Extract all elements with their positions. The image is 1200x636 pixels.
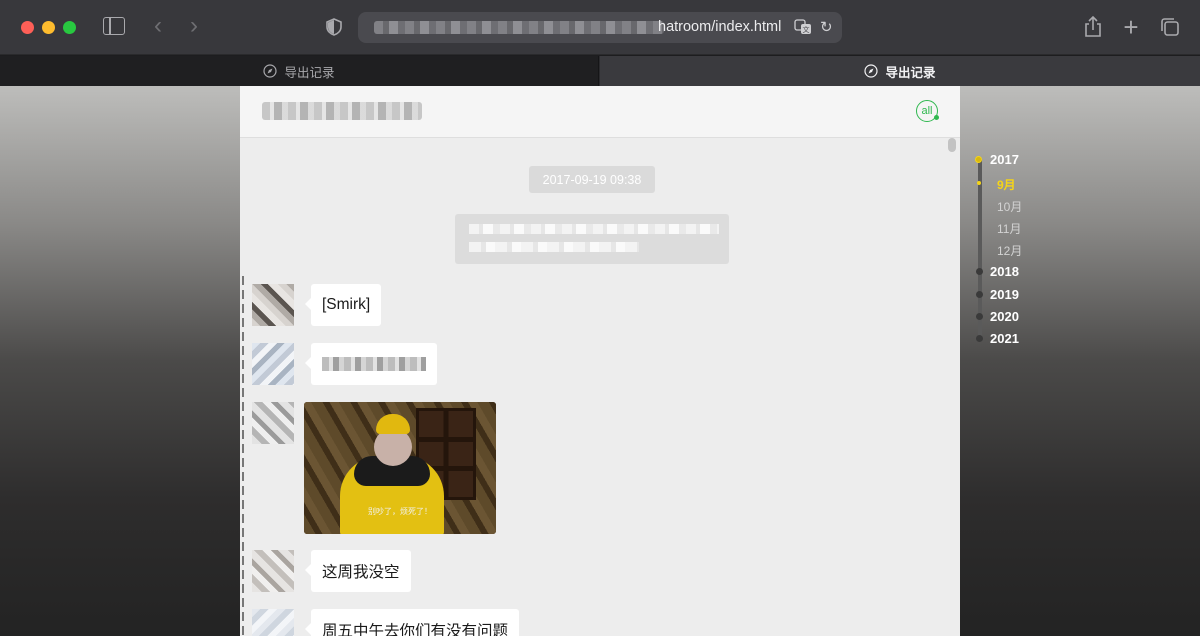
date-timeline: 2017 9月 10月 11月 12月 2018 2019 2020 2021 xyxy=(960,86,1200,636)
close-window-button[interactable] xyxy=(21,21,34,34)
tab-label: 导出记录 xyxy=(284,65,335,80)
message-bubble[interactable]: [Smirk] xyxy=(304,284,382,326)
timeline-year-2021[interactable]: 2021 xyxy=(990,331,1019,346)
tab-bar: 导出记录 导出记录 xyxy=(0,56,1200,86)
compass-icon xyxy=(263,64,278,78)
privacy-shield-icon[interactable] xyxy=(322,14,346,40)
back-arrow-icon[interactable]: ‹ xyxy=(148,12,168,39)
minimize-window-button[interactable] xyxy=(42,21,55,34)
timeline-year-2020[interactable]: 2020 xyxy=(990,309,1019,324)
page-content: all 2017-09-19 09:38 [Smirk] 别吵了，烦死了！ 这周… xyxy=(0,86,1200,636)
chat-panel: all 2017-09-19 09:38 [Smirk] 别吵了，烦死了！ 这周… xyxy=(240,86,960,636)
avatar[interactable] xyxy=(252,609,294,636)
chat-title-blurred xyxy=(262,102,422,120)
tab-label: 导出记录 xyxy=(885,65,936,80)
forward-arrow-icon[interactable]: › xyxy=(184,12,204,39)
avatar[interactable] xyxy=(252,402,294,444)
compass-icon xyxy=(864,64,879,78)
zoom-window-button[interactable] xyxy=(63,21,76,34)
tab-overview-icon[interactable] xyxy=(1159,16,1181,38)
tab-export-inactive[interactable]: 导出记录 xyxy=(0,56,599,86)
timeline-year-2017[interactable]: 2017 xyxy=(990,152,1019,167)
message-bubble-blurred[interactable] xyxy=(305,343,437,385)
timeline-year-2019[interactable]: 2019 xyxy=(990,287,1019,302)
message-timestamp: 2017-09-19 09:38 xyxy=(529,166,655,193)
translate-icon[interactable]: 文 xyxy=(794,19,812,35)
all-members-button[interactable]: all xyxy=(916,100,939,122)
sidebar-toggle-icon[interactable] xyxy=(103,17,125,35)
image-message[interactable]: 别吵了，烦死了！ xyxy=(304,402,496,534)
timeline-year-2018[interactable]: 2018 xyxy=(990,264,1019,279)
message-bubble[interactable]: 这周我没空 xyxy=(305,550,411,592)
system-message-blurred xyxy=(455,214,729,264)
image-subtitle: 别吵了，烦死了！ xyxy=(368,507,432,516)
chat-scrollbar[interactable] xyxy=(948,138,956,636)
avatar[interactable] xyxy=(252,343,294,385)
svg-text:文: 文 xyxy=(803,25,810,34)
panel-edge-divider xyxy=(242,276,244,636)
tab-export-active[interactable]: 导出记录 xyxy=(600,56,1200,86)
address-bar[interactable]: hatroom/index.html 文 ↻ xyxy=(358,12,842,43)
new-tab-plus-icon[interactable]: + xyxy=(1120,12,1142,42)
scroll-thumb[interactable] xyxy=(948,138,956,152)
timeline-month-nov[interactable]: 11月 xyxy=(997,220,1021,237)
address-text: hatroom/index.html xyxy=(658,19,782,35)
address-blurred-segment xyxy=(374,21,664,34)
reload-icon[interactable]: ↻ xyxy=(820,18,836,36)
timeline-month-dec[interactable]: 12月 xyxy=(997,242,1022,259)
timeline-month-sep[interactable]: 9月 xyxy=(997,176,1016,193)
message-bubble[interactable]: 周五中午去你们有没有问题 xyxy=(304,609,520,636)
share-icon[interactable] xyxy=(1082,14,1104,40)
chat-header: all xyxy=(240,86,960,138)
timeline-month-oct[interactable]: 10月 xyxy=(997,198,1022,215)
avatar[interactable] xyxy=(252,550,294,592)
browser-titlebar: ‹ › hatroom/index.html 文 ↻ + xyxy=(0,0,1200,55)
avatar[interactable] xyxy=(252,284,294,326)
